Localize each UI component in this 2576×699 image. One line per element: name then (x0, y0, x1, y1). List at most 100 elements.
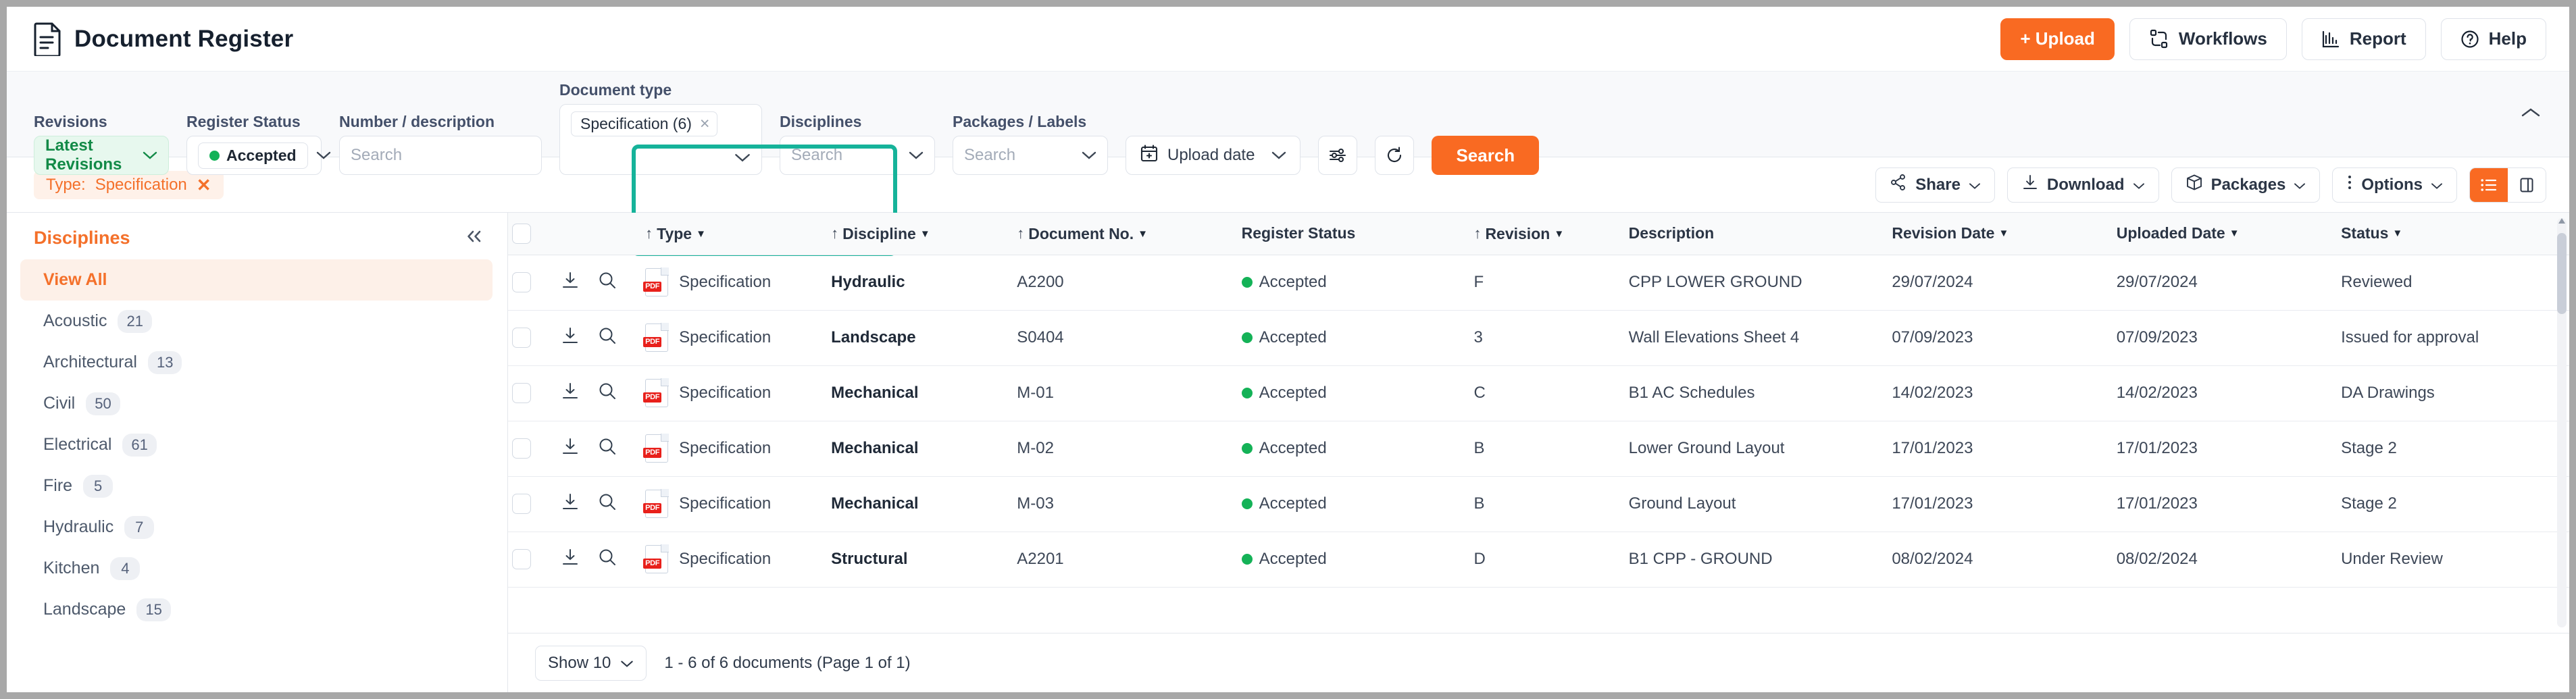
download-icon[interactable] (560, 381, 580, 406)
col-uploaded-date[interactable]: Uploaded Date ▼ (2112, 213, 2338, 255)
upload-button[interactable]: + Upload (2000, 18, 2115, 60)
sliders-icon[interactable] (1318, 136, 1358, 175)
table-row[interactable]: PDF Specification Landscape S0404 Accepted 3 W… (508, 310, 2569, 366)
register-status-label: Register Status (186, 113, 301, 130)
table-scrollbar[interactable] (2557, 218, 2567, 627)
col-type[interactable]: ↑ Type ▼ (641, 213, 828, 255)
preview-search-icon[interactable] (598, 492, 617, 516)
cell-register-status-label: Accepted (1259, 550, 1327, 568)
sidebar-item-acoustic[interactable]: Acoustic 21 (20, 301, 493, 342)
close-icon[interactable]: × (700, 115, 710, 132)
scrollbar-thumb[interactable] (2557, 233, 2567, 314)
row-checkbox[interactable] (512, 438, 531, 459)
cell-type: PDF Specification (641, 476, 828, 532)
page-title: Document Register (74, 25, 294, 52)
sidebar-item-count: 50 (86, 392, 120, 415)
table-row[interactable]: PDF Specification Mechanical M-01 Accepted C B… (508, 365, 2569, 421)
row-actions-cell (556, 532, 642, 588)
download-icon[interactable] (560, 270, 580, 295)
preview-search-icon[interactable] (598, 382, 617, 405)
chevron-down-icon: ▼ (1138, 228, 1148, 240)
register-status-select[interactable]: Accepted (186, 136, 330, 175)
col-revision-date[interactable]: Revision Date ▼ (1888, 213, 2113, 255)
help-button-label: Help (2488, 28, 2527, 49)
sidebar-item-civil[interactable]: Civil 50 (20, 383, 493, 424)
document-type-select[interactable]: Specification (6) × (559, 104, 762, 175)
chevrons-left-icon[interactable] (464, 229, 484, 247)
cell-document-no: M-01 (1013, 365, 1238, 421)
cell-register-status-label: Accepted (1259, 494, 1327, 513)
col-revision[interactable]: ↑ Revision ▼ (1469, 213, 1625, 255)
filter-chip-value: Specification (95, 175, 187, 194)
preview-search-icon[interactable] (598, 548, 617, 571)
row-checkbox[interactable] (512, 328, 531, 348)
col-discipline[interactable]: ↑ Discipline ▼ (827, 213, 1013, 255)
table-row[interactable]: PDF Specification Mechanical M-03 Accepted B G… (508, 476, 2569, 532)
sidebar-item-fire[interactable]: Fire 5 (20, 465, 493, 507)
cell-register-status: Accepted (1237, 532, 1470, 588)
report-button[interactable]: Report (2301, 18, 2426, 60)
document-type-tag[interactable]: Specification (6) × (571, 111, 717, 136)
table-scroll-area: ↑ Type ▼ ↑ Discipline ▼ ↑ Document No. ▼ Regis… (508, 213, 2569, 633)
row-select-cell (508, 421, 557, 477)
download-icon[interactable] (560, 436, 580, 461)
sidebar-item-hydraulic[interactable]: Hydraulic 7 (20, 507, 493, 548)
refresh-icon[interactable] (1375, 136, 1415, 175)
preview-search-icon[interactable] (598, 271, 617, 294)
download-icon[interactable] (560, 326, 580, 351)
scroll-up-arrow-icon[interactable] (2558, 218, 2565, 224)
status-dot-icon (1241, 443, 1253, 454)
row-checkbox[interactable] (512, 494, 531, 514)
col-status[interactable]: Status ▼ (2337, 213, 2569, 255)
table-row[interactable]: PDF Specification Hydraulic A2200 Accepted F C… (508, 255, 2569, 311)
col-register-status[interactable]: Register Status (1237, 213, 1470, 255)
upload-button-label: + Upload (2020, 28, 2095, 49)
download-icon[interactable] (560, 492, 580, 517)
row-actions-cell (556, 310, 642, 366)
select-all-checkbox[interactable] (512, 223, 531, 244)
collapse-filters-icon[interactable] (2521, 107, 2541, 122)
upload-date-select[interactable]: Upload date (1126, 136, 1301, 175)
sidebar-item-architectural[interactable]: Architectural 13 (20, 342, 493, 383)
col-uploaded-date-label: Uploaded Date (2116, 224, 2225, 242)
cell-revision: D (1469, 532, 1625, 588)
sidebar-item-kitchen[interactable]: Kitchen 4 (20, 548, 493, 589)
documents-table-wrap: ↑ Type ▼ ↑ Discipline ▼ ↑ Document No. ▼ Regis… (508, 213, 2569, 692)
packages-labels-select[interactable]: Search (953, 136, 1108, 175)
revisions-label: Revisions (34, 113, 107, 130)
chevron-down-icon: ▼ (696, 228, 706, 240)
cell-revision-date: 08/02/2024 (1888, 532, 2113, 588)
disciplines-select[interactable]: Search (780, 136, 935, 175)
col-description[interactable]: Description (1624, 213, 1888, 255)
preview-search-icon[interactable] (598, 326, 617, 350)
sidebar-header: Disciplines (7, 228, 507, 249)
number-description-field[interactable]: Search (339, 136, 542, 175)
download-icon[interactable] (560, 547, 580, 572)
close-icon[interactable]: ✕ (197, 176, 211, 194)
search-button[interactable]: Search (1432, 136, 1540, 175)
cell-revision-date: 17/01/2023 (1888, 421, 2113, 477)
help-button[interactable]: Help (2440, 18, 2546, 60)
pdf-file-icon: PDF (643, 489, 670, 518)
sidebar-item-view-all[interactable]: View All (20, 259, 493, 301)
cell-uploaded-date: 08/02/2024 (2112, 532, 2338, 588)
row-checkbox[interactable] (512, 272, 531, 292)
download-button-label: Download (2046, 175, 2125, 194)
sidebar-item-landscape[interactable]: Landscape 15 (20, 589, 493, 630)
col-type-label: Type (657, 224, 692, 242)
cell-type: PDF Specification (641, 365, 828, 421)
cell-document-no: A2201 (1013, 532, 1238, 588)
row-checkbox[interactable] (512, 383, 531, 403)
page-size-select[interactable]: Show 10 (535, 645, 647, 681)
col-document-no[interactable]: ↑ Document No. ▼ (1013, 213, 1238, 255)
row-checkbox[interactable] (512, 549, 531, 569)
preview-search-icon[interactable] (598, 437, 617, 461)
cell-type-label: Specification (679, 328, 772, 346)
revisions-select[interactable]: Latest Revisions (34, 136, 169, 175)
workflows-button[interactable]: Workflows (2129, 18, 2287, 60)
status-dot-icon (1241, 554, 1253, 565)
table-row[interactable]: PDF Specification Mechanical M-02 Accepted B L… (508, 421, 2569, 477)
table-row[interactable]: PDF Specification Structural A2201 Accepted D… (508, 532, 2569, 588)
cell-type-label: Specification (679, 439, 772, 457)
sidebar-item-electrical[interactable]: Electrical 61 (20, 424, 493, 465)
